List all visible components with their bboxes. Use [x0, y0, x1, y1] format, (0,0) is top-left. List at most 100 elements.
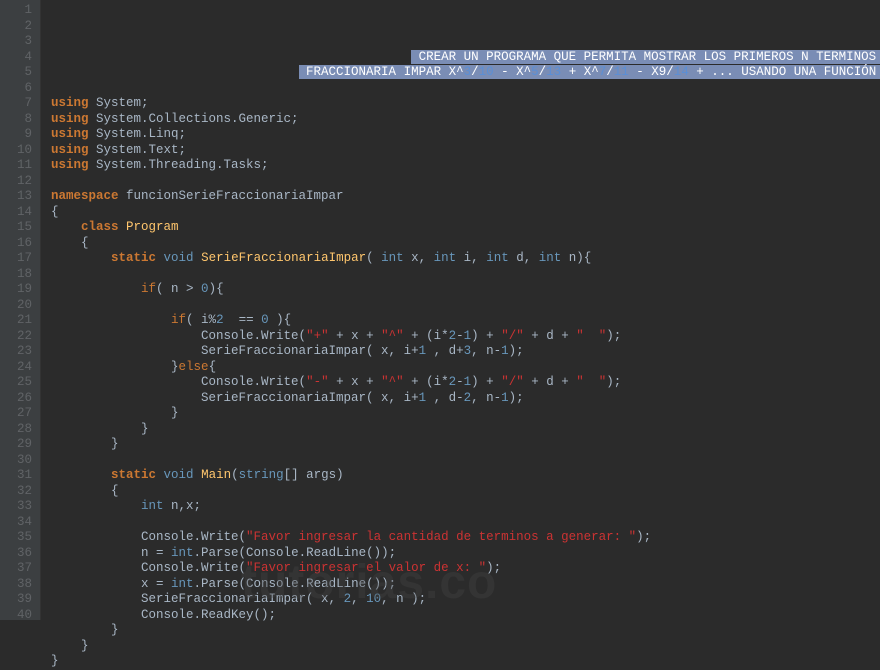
token-plain: , n ); — [381, 592, 426, 606]
token-plain: } — [81, 639, 89, 653]
code-line[interactable]: } — [51, 639, 880, 655]
line-number: 34 — [10, 515, 32, 531]
code-line[interactable]: SerieFraccionariaImpar( x, 2, 10, n ); — [51, 592, 880, 608]
code-area[interactable]: tutorias.co CREAR UN PROGRAMA QUE PERMIT… — [41, 0, 880, 620]
token-plain: { — [111, 484, 119, 498]
code-line[interactable]: } — [51, 623, 880, 639]
line-number: 39 — [10, 592, 32, 608]
token-plain: x, — [404, 251, 434, 265]
code-line[interactable]: { — [51, 236, 880, 252]
code-line[interactable]: if( n > 0){ — [51, 282, 880, 298]
token-hl: CREAR UN PROGRAMA QUE PERMITA MOSTRAR LO… — [411, 50, 880, 64]
code-line[interactable]: Console.Write("-" + x + "^" + (i*2-1) + … — [51, 375, 880, 391]
token-str: "+" — [306, 329, 329, 343]
code-line[interactable]: x = int.Parse(Console.ReadLine()); — [51, 577, 880, 593]
token-void: int — [171, 546, 194, 560]
code-line[interactable]: static void Main(string[] args) — [51, 468, 880, 484]
token-plain: { — [51, 205, 59, 219]
code-line[interactable] — [51, 515, 880, 531]
code-line[interactable] — [51, 267, 880, 283]
code-line[interactable]: using System; — [51, 96, 880, 112]
line-number: 28 — [10, 422, 32, 438]
code-line[interactable]: namespace funcionSerieFraccionariaImpar — [51, 189, 880, 205]
token-kw: static — [111, 251, 156, 265]
code-line[interactable]: Console.ReadKey(); — [51, 608, 880, 624]
code-line[interactable]: Console.Write("Favor ingresar la cantida… — [51, 530, 880, 546]
token-num: 3 — [464, 344, 472, 358]
code-line[interactable]: CREAR UN PROGRAMA QUE PERMITA MOSTRAR LO… — [51, 50, 880, 66]
code-line[interactable]: using System.Linq; — [51, 127, 880, 143]
code-line[interactable]: Console.Write("+" + x + "^" + (i*2-1) + … — [51, 329, 880, 345]
code-line[interactable]: SerieFraccionariaImpar( x, i+1 , d+3, n-… — [51, 344, 880, 360]
token-plain: } — [171, 406, 179, 420]
token-plain: ); — [509, 344, 524, 358]
code-line[interactable] — [51, 174, 880, 190]
code-line[interactable]: } — [51, 406, 880, 422]
line-number: 10 — [10, 143, 32, 159]
line-number: 17 — [10, 251, 32, 267]
line-number: 11 — [10, 158, 32, 174]
token-num: 2 — [449, 375, 457, 389]
code-line[interactable] — [51, 453, 880, 469]
token-str: " " — [576, 375, 606, 389]
token-hln: 5 — [531, 65, 539, 79]
code-line[interactable]: class Program — [51, 220, 880, 236]
token-plain: + (i* — [404, 375, 449, 389]
token-plain: ); — [509, 391, 524, 405]
token-plain: Console.Write( — [141, 561, 246, 575]
token-kw2: else — [179, 360, 209, 374]
line-number: 31 — [10, 468, 32, 484]
token-kw: using — [51, 96, 89, 110]
code-line[interactable] — [51, 81, 880, 97]
code-line[interactable] — [51, 298, 880, 314]
code-line[interactable]: using System.Collections.Generic; — [51, 112, 880, 128]
token-hln: 10 — [479, 65, 494, 79]
code-line[interactable]: int n,x; — [51, 499, 880, 515]
token-plain: n){ — [561, 251, 591, 265]
token-void: void — [164, 251, 194, 265]
code-line[interactable]: { — [51, 205, 880, 221]
token-kw: using — [51, 158, 89, 172]
token-plain: + x + — [329, 329, 382, 343]
token-void: int — [141, 499, 164, 513]
token-plain: , — [351, 592, 366, 606]
token-plain: + x + — [329, 375, 382, 389]
code-line[interactable]: } — [51, 437, 880, 453]
token-plain: System.Linq; — [89, 127, 187, 141]
code-line[interactable]: { — [51, 484, 880, 500]
code-line[interactable]: if( i%2 == 0 ){ — [51, 313, 880, 329]
line-number: 26 — [10, 391, 32, 407]
line-number: 22 — [10, 329, 32, 345]
token-str: "/" — [501, 375, 524, 389]
line-number: 25 — [10, 375, 32, 391]
token-num: 0 — [201, 282, 209, 296]
token-plain: Console.Write( — [141, 530, 246, 544]
token-plain: + (i* — [404, 329, 449, 343]
code-line[interactable]: SerieFraccionariaImpar( x, i+1 , d-2, n-… — [51, 391, 880, 407]
token-plain: , d+ — [426, 344, 464, 358]
line-number: 30 — [10, 453, 32, 469]
token-num: 1 — [419, 391, 427, 405]
line-number: 27 — [10, 406, 32, 422]
token-plain: - — [456, 375, 464, 389]
code-line[interactable]: Console.Write("Favor ingresar el valor d… — [51, 561, 880, 577]
code-line[interactable]: }else{ — [51, 360, 880, 376]
code-line[interactable]: n = int.Parse(Console.ReadLine()); — [51, 546, 880, 562]
code-line[interactable]: } — [51, 422, 880, 438]
code-line[interactable]: using System.Text; — [51, 143, 880, 159]
token-str: "^" — [381, 375, 404, 389]
token-hl: / — [471, 65, 479, 79]
token-plain — [119, 220, 127, 234]
line-number: 35 — [10, 530, 32, 546]
code-line[interactable]: FRACCIONARIA IMPAR X^3/10 - X^5/13 + X^7… — [51, 65, 880, 81]
line-number: 33 — [10, 499, 32, 515]
code-line[interactable]: } — [51, 654, 880, 670]
line-number: 6 — [10, 81, 32, 97]
token-num: 2 — [464, 391, 472, 405]
code-line[interactable]: static void SerieFraccionariaImpar( int … — [51, 251, 880, 267]
token-void: void — [164, 468, 194, 482]
token-num: 10 — [366, 592, 381, 606]
token-str: "Favor ingresar el valor de x: " — [246, 561, 486, 575]
code-line[interactable]: using System.Threading.Tasks; — [51, 158, 880, 174]
token-str: "Favor ingresar la cantidad de terminos … — [246, 530, 636, 544]
